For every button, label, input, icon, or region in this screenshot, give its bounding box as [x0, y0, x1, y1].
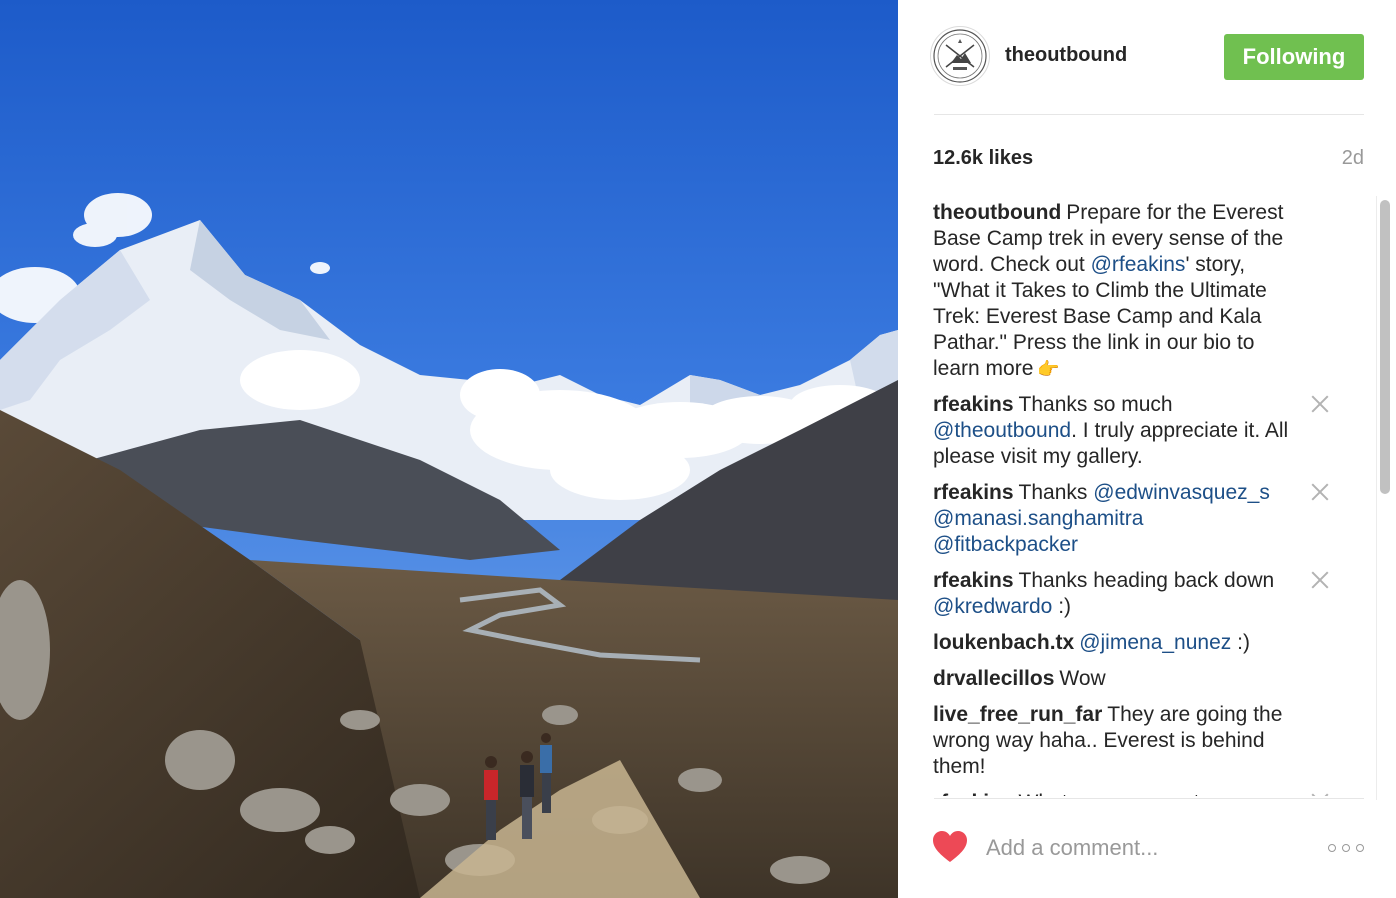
comment-mention-link[interactable]: @manasi.sanghamitra: [933, 507, 1143, 530]
comment-author[interactable]: live_free_run_far: [933, 703, 1102, 726]
comment-mention-link[interactable]: @rfeakins: [1091, 253, 1186, 276]
scrollbar-thumb[interactable]: [1380, 200, 1390, 494]
footer-divider: [934, 798, 1364, 799]
comment-author[interactable]: rfeakins: [933, 393, 1014, 416]
post-photo[interactable]: [0, 0, 898, 898]
comment-item: theoutbound Prepare for the Everest Base …: [933, 200, 1333, 382]
post-username[interactable]: theoutbound: [1005, 44, 1127, 67]
comment-item: rfeakinsWhat goes up must come down @liv…: [933, 790, 1333, 796]
comment-mention-link[interactable]: @edwinvasquez_s: [1093, 481, 1270, 504]
more-options-icon[interactable]: [1328, 838, 1368, 858]
comment-author[interactable]: rfeakins: [933, 569, 1014, 592]
outbound-logo-icon: [933, 29, 987, 83]
comment-text: Thanks heading back down: [1018, 569, 1275, 592]
comment-item: rfeakins Thanks @edwinvasquez_s @manasi.s…: [933, 480, 1333, 558]
add-comment-input[interactable]: [986, 830, 1306, 866]
comment-text: Thanks: [1018, 481, 1094, 504]
delete-comment-icon[interactable]: [1311, 793, 1329, 796]
comments-scrollbar[interactable]: [1376, 196, 1392, 800]
comment-author[interactable]: loukenbach.tx: [933, 631, 1074, 654]
post-side-panel: theoutbound Following 12.6k likes 2d the…: [898, 0, 1396, 898]
pointing-hand-emoji: 👉: [1037, 359, 1060, 379]
post-viewer: theoutbound Following 12.6k likes 2d the…: [0, 0, 1396, 898]
comment-item: drvallecillos Wow: [933, 666, 1333, 692]
delete-comment-icon[interactable]: [1311, 483, 1329, 501]
delete-comment-icon[interactable]: [1311, 571, 1329, 589]
post-header: theoutbound Following: [930, 26, 1364, 88]
comment-text: :): [1231, 631, 1250, 654]
comment-text: Thanks so much: [1018, 393, 1173, 416]
comment-item: rfeakins Thanks so much @theoutbound. I t…: [933, 392, 1333, 470]
comment-text: Wow: [1059, 667, 1106, 690]
mountain-photo-illustration: [0, 0, 898, 898]
comment-item: live_free_run_far They are going the wron…: [933, 702, 1333, 780]
comment-author[interactable]: theoutbound: [933, 201, 1061, 224]
heart-icon[interactable]: [932, 830, 968, 864]
comment-author[interactable]: drvallecillos: [933, 667, 1054, 690]
post-time-ago[interactable]: 2d: [1342, 147, 1364, 170]
comment-text: :): [1052, 595, 1072, 618]
header-divider: [934, 114, 1364, 115]
avatar[interactable]: [930, 26, 990, 86]
comment-author[interactable]: rfeakins: [933, 481, 1014, 504]
delete-comment-icon[interactable]: [1311, 395, 1329, 413]
comment-item: loukenbach.tx @jimena_nunez :): [933, 630, 1333, 656]
comment-item: rfeakins Thanks heading back down @kredwa…: [933, 568, 1333, 620]
comments-list: theoutbound Prepare for the Everest Base …: [933, 200, 1333, 796]
comment-mention-link[interactable]: @fitbackpacker: [933, 533, 1078, 556]
comment-mention-link[interactable]: @theoutbound: [933, 419, 1071, 442]
comment-mention-link[interactable]: @jimena_nunez: [1079, 631, 1231, 654]
comment-author[interactable]: rfeakins: [933, 791, 1014, 796]
following-button[interactable]: Following: [1224, 34, 1364, 80]
comment-mention-link[interactable]: @kredwardo: [933, 595, 1052, 618]
likes-count[interactable]: 12.6k likes: [933, 147, 1033, 170]
